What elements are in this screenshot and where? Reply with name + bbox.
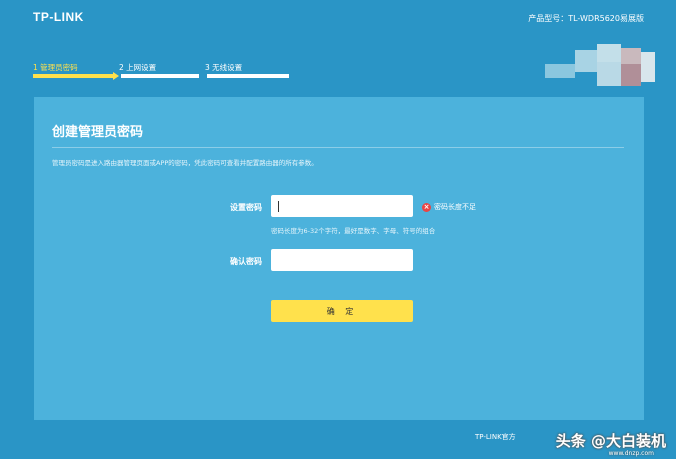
step-3-bar	[207, 74, 289, 78]
footer-text[interactable]: TP-LINK官方	[475, 432, 516, 442]
step-1-bar	[33, 74, 113, 78]
confirm-label: 确认密码	[230, 257, 262, 266]
watermark-url: www.dnzp.com	[608, 450, 654, 457]
step-2-label[interactable]: 2 上网设置	[119, 62, 156, 73]
blurred-region	[545, 44, 655, 94]
ok-button[interactable]: 确 定	[271, 300, 413, 322]
password-hint: 密码长度为6-32个字符，最好是数字、字母、符号的组合	[271, 227, 436, 235]
page-title: 创建管理员密码	[52, 125, 144, 140]
logo: TP-LINK	[33, 10, 84, 24]
step-2-bar	[121, 74, 199, 78]
password-error: × 密码长度不足	[422, 202, 476, 212]
error-icon: ×	[422, 202, 431, 212]
step-indicator: 1 管理员密码 2 上网设置 3 无线设置	[33, 62, 289, 82]
password-error-text: 密码长度不足	[434, 203, 476, 211]
step-3-label[interactable]: 3 无线设置	[205, 62, 242, 73]
watermark: 头条 @大白装机	[555, 432, 666, 450]
password-label: 设置密码	[230, 203, 262, 212]
step-1-arrow	[113, 72, 119, 80]
main-panel: 创建管理员密码 管理员密码是进入路由器管理页面或APP的密码，凭此密码可查看并配…	[34, 97, 644, 420]
description: 管理员密码是进入路由器管理页面或APP的密码，凭此密码可查看并配置路由器的所有参…	[52, 159, 318, 167]
text-cursor	[278, 201, 279, 212]
confirm-input[interactable]	[271, 249, 413, 271]
password-input[interactable]	[271, 195, 413, 217]
model-label: 产品型号：TL-WDR5620易展版	[528, 14, 644, 23]
step-1-label[interactable]: 1 管理员密码	[33, 62, 78, 73]
divider	[52, 147, 624, 148]
